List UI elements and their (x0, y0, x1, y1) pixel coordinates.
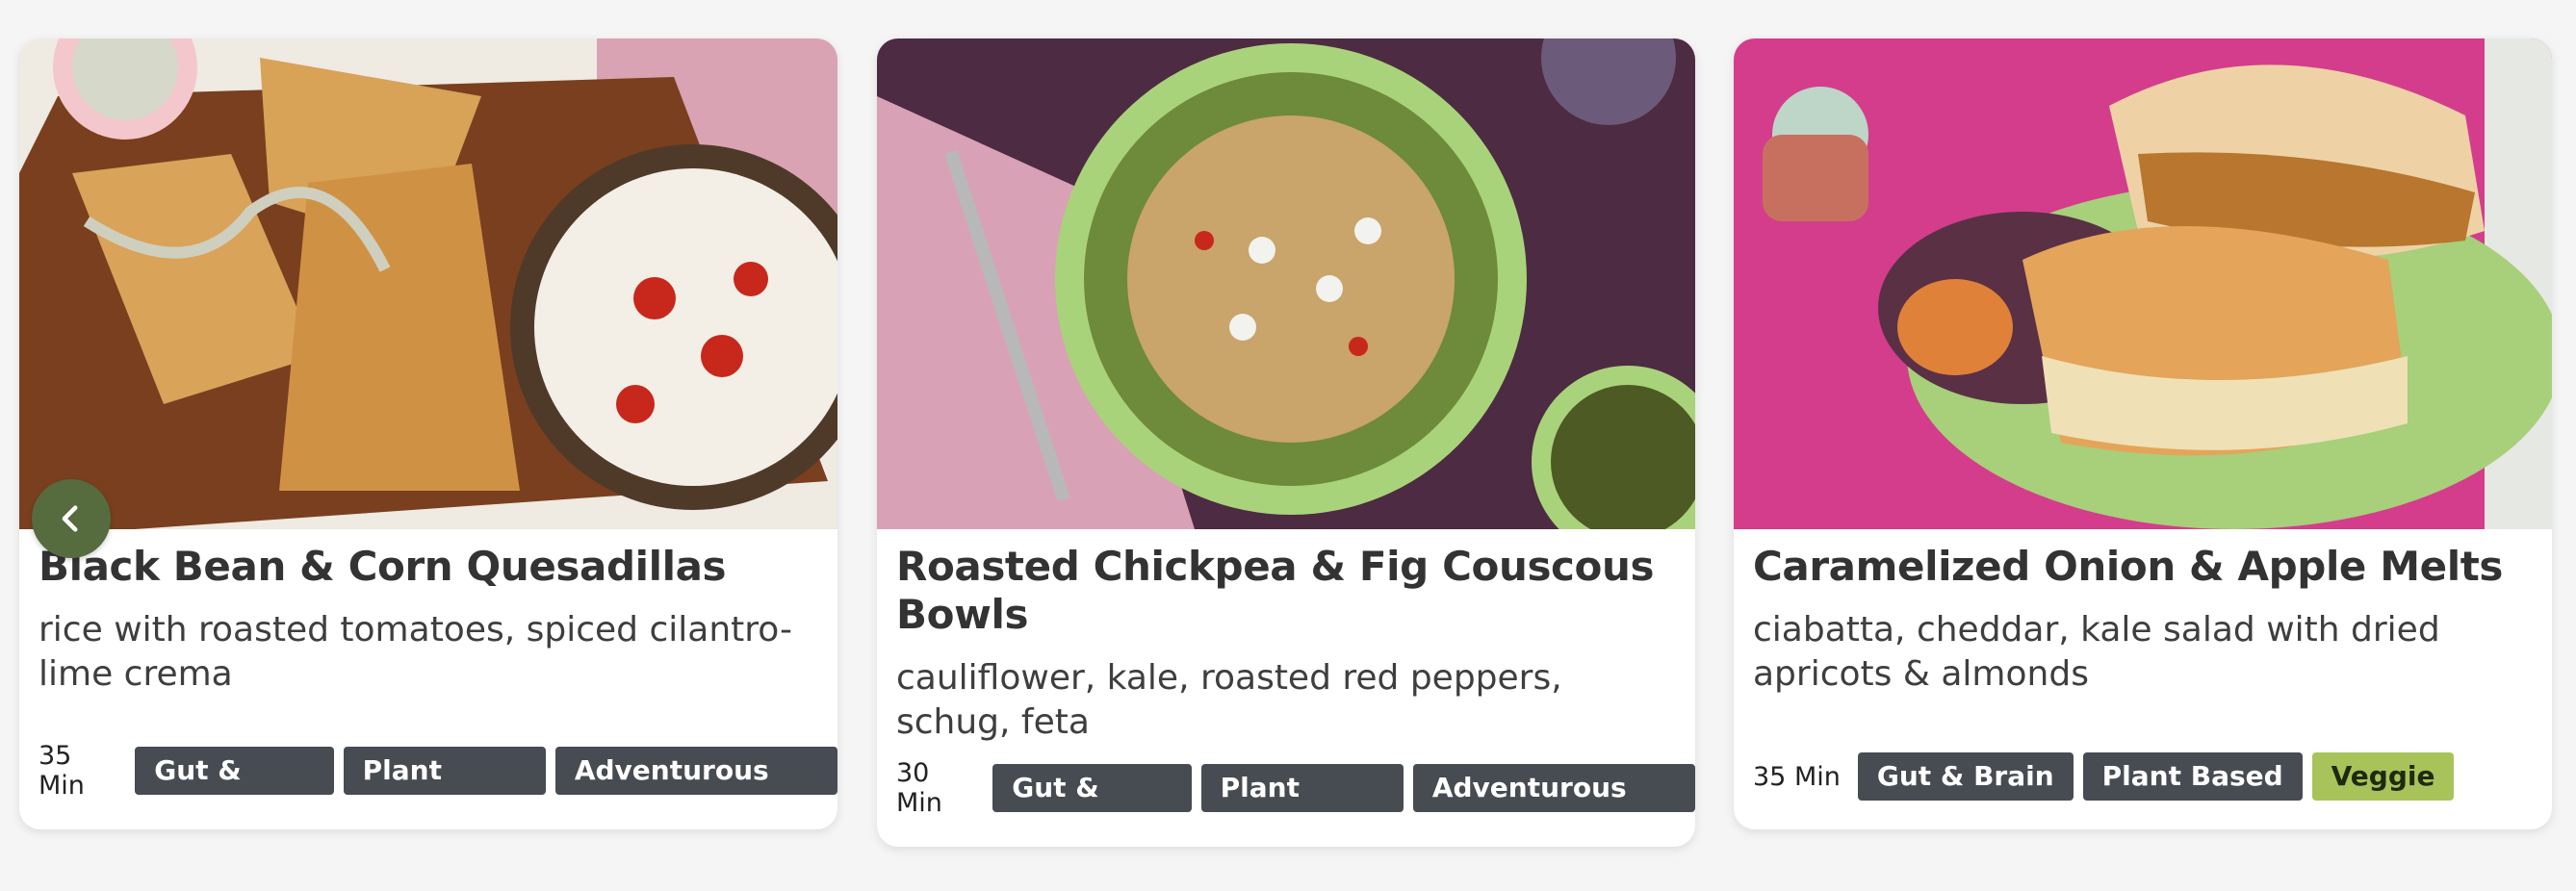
chevron-left-icon (62, 505, 78, 532)
recipe-description: rice with roasted tomatoes, spiced cilan… (39, 610, 792, 694)
cook-time: 35 Min (39, 741, 85, 801)
recipe-card-apple-melts[interactable]: Caramelized Onion & Apple Melts ciabatta… (1734, 38, 2552, 829)
tag-veggie: Veggie (2311, 752, 2455, 801)
tag-gut-brain: Gut & Brain (135, 747, 334, 829)
recipe-meta: 35 Min Gut & Brain Plant Based Veggie (1753, 752, 2455, 801)
cook-time: 30 Min (896, 758, 942, 818)
carousel-prev-button[interactable] (32, 479, 111, 558)
tag-gut-brain: Gut & Brain (1857, 752, 2074, 801)
recipe-meta: 30 Min Gut & Brain Plant Based Adventuro… (896, 758, 1695, 847)
recipe-card-couscous-bowls[interactable]: Roasted Chickpea & Fig Couscous Bowls ca… (877, 38, 1695, 847)
recipe-description: ciabatta, cheddar, kale salad with dried… (1753, 610, 2440, 694)
tag-adventurous-eats: Adventurous Eats (554, 747, 837, 829)
recipe-image[interactable] (1734, 38, 2552, 529)
recipe-image[interactable] (19, 38, 837, 529)
recipe-meta: 35 Min Gut & Brain Plant Based Adventuro… (39, 741, 837, 829)
tag-plant-based: Plant Based (343, 747, 546, 829)
cook-time: 35 Min (1753, 761, 1841, 792)
recipe-title[interactable]: Black Bean & Corn Quesadillas (39, 543, 818, 591)
recipe-card-quesadillas[interactable]: Black Bean & Corn Quesadillas rice with … (19, 38, 837, 829)
recipe-title[interactable]: Caramelized Onion & Apple Melts (1753, 543, 2533, 591)
couscous-bowl-photo (877, 38, 1695, 529)
tag-plant-based: Plant Based (1200, 764, 1404, 847)
quesadilla-photo (19, 38, 837, 529)
recipe-image[interactable] (877, 38, 1695, 529)
recipe-title[interactable]: Roasted Chickpea & Fig Couscous Bowls (896, 543, 1676, 639)
recipe-description: cauliflower, kale, roasted red peppers, … (896, 658, 1562, 742)
tag-plant-based: Plant Based (2082, 752, 2303, 801)
tag-adventurous-eats: Adventurous Eats (1412, 764, 1695, 847)
apple-melt-photo (1734, 38, 2552, 529)
tag-gut-brain: Gut & Brain (992, 764, 1192, 847)
